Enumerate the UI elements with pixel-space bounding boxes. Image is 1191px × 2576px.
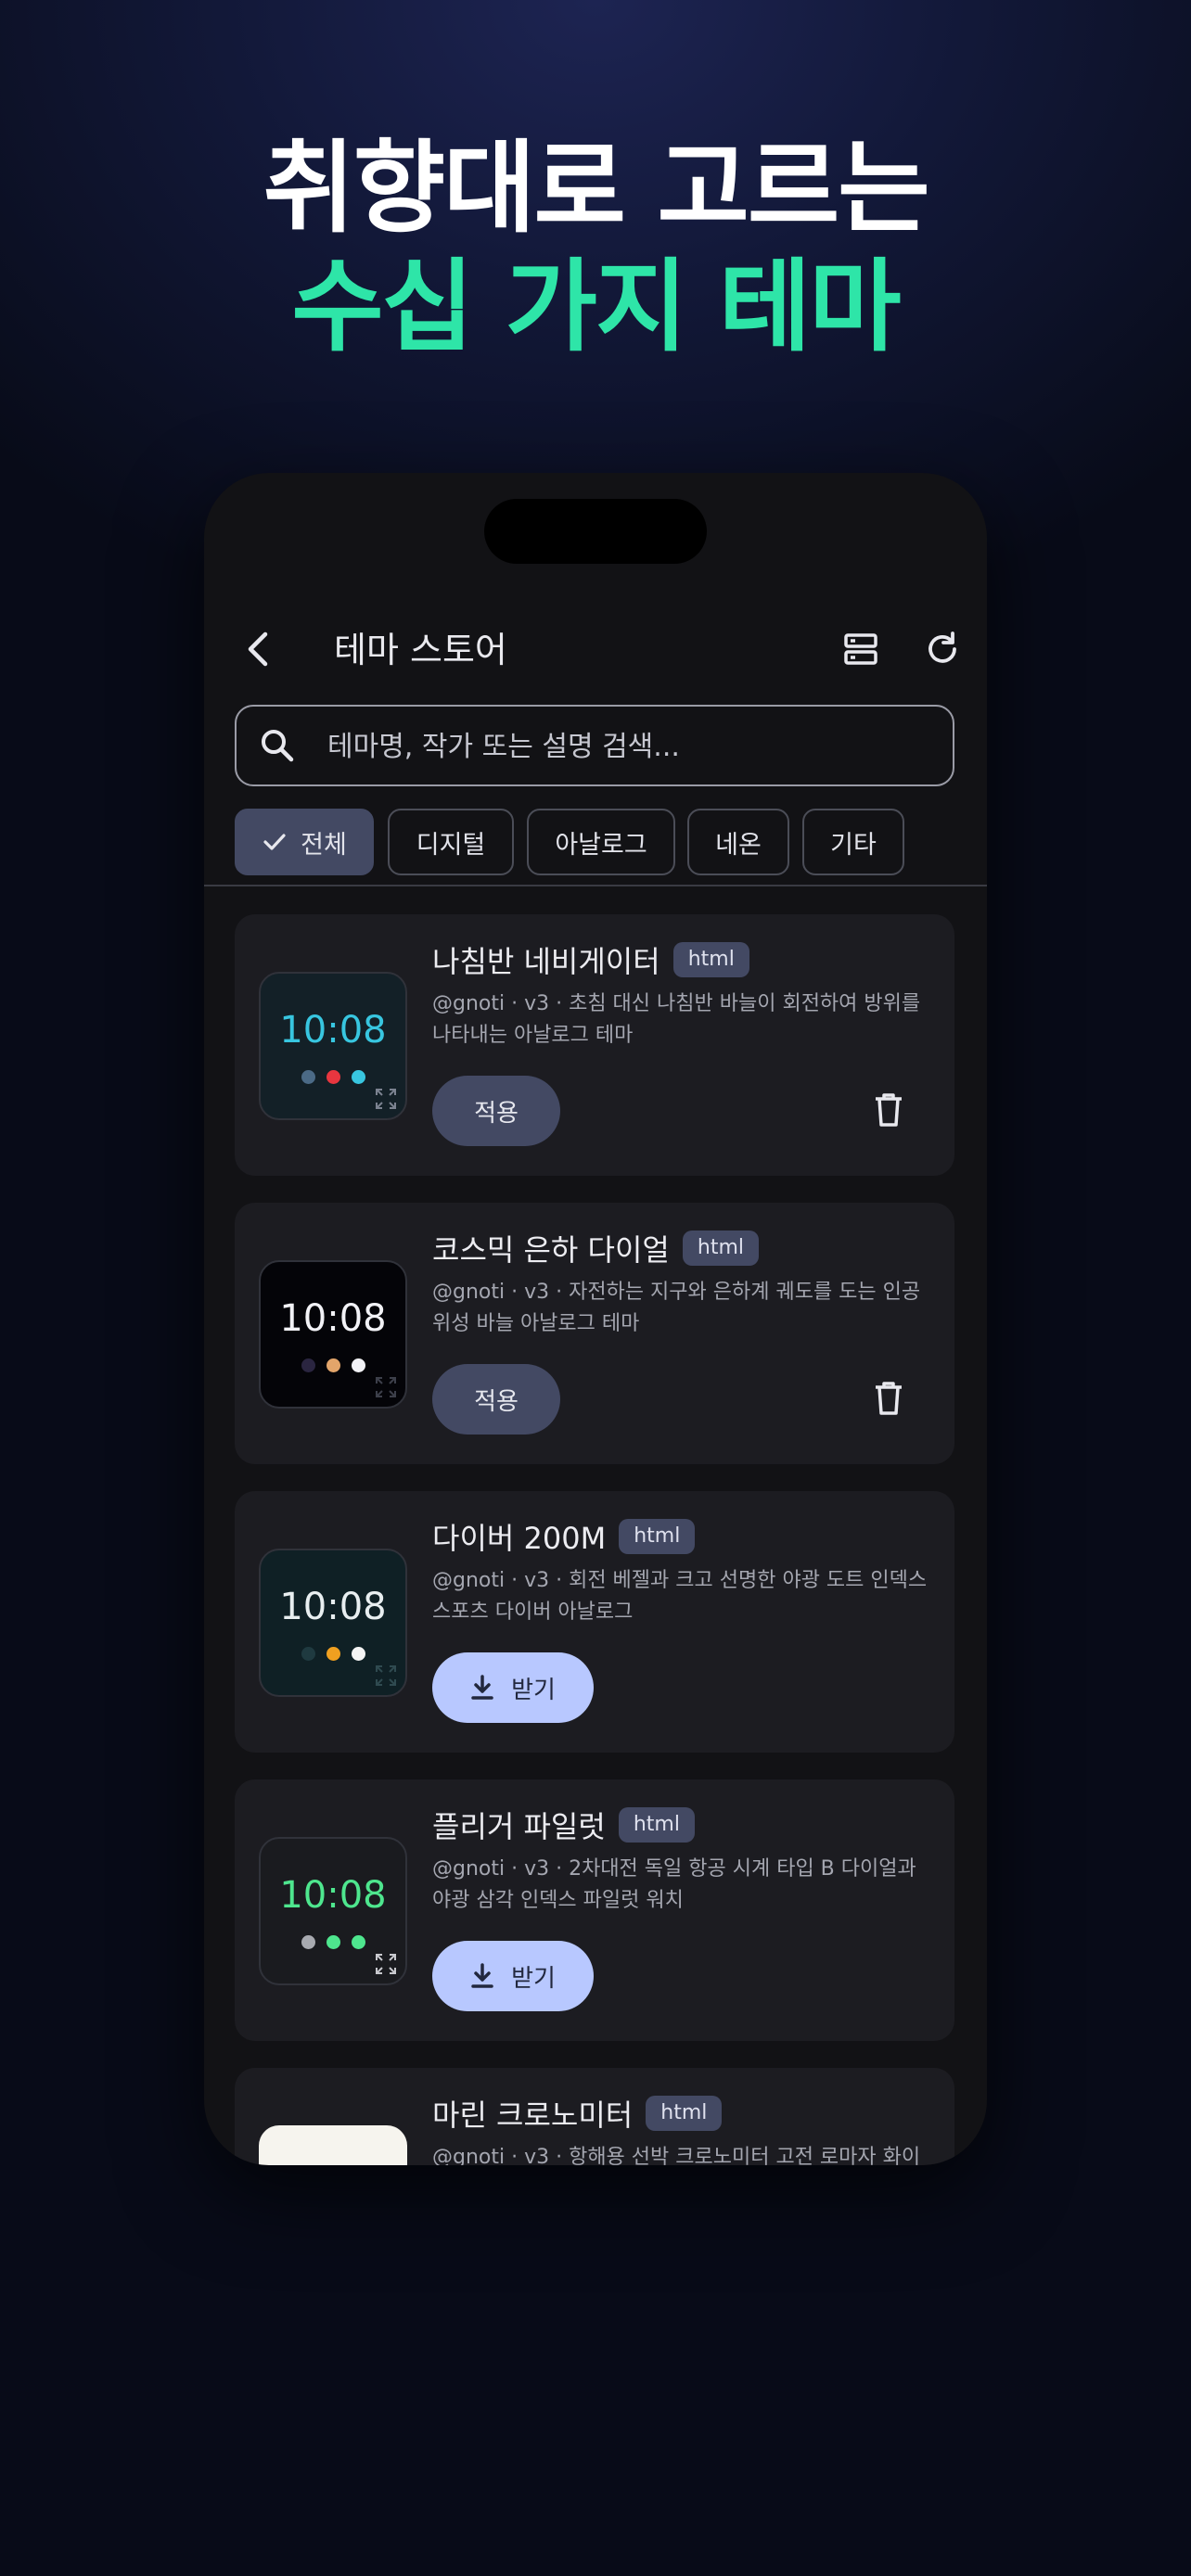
expand-icon xyxy=(376,1089,396,1109)
download-icon xyxy=(471,1675,493,1700)
preview-time: 10:08 xyxy=(279,1297,387,1340)
theme-description: @gnoti · v3 · 초침 대신 나침반 바늘이 회전하여 방위를 나타내… xyxy=(432,992,921,1047)
theme-card[interactable]: 마린 크로노미터 html @gnoti · v3 · 항해용 선박 크로노미터… xyxy=(235,2068,954,2165)
preview-dot xyxy=(301,1070,315,1084)
page-title: 테마 스토어 xyxy=(334,630,507,670)
delete-button[interactable] xyxy=(867,1089,910,1131)
chip-all[interactable]: 전체 xyxy=(235,809,374,875)
theme-title: 마린 크로노미터 html xyxy=(432,2092,723,2135)
apply-button[interactable]: 적용 xyxy=(432,1076,560,1146)
chip-neon[interactable]: 네온 xyxy=(687,809,789,875)
download-label: 받기 xyxy=(511,1964,556,1993)
storage-button[interactable] xyxy=(835,623,887,675)
app-bar: 테마 스토어 xyxy=(204,603,987,697)
trash-icon xyxy=(876,1093,902,1127)
preview-time: 10:08 xyxy=(279,1586,387,1628)
headline: 취향대로 고르는 수십 가지 테마 xyxy=(0,130,1191,367)
chip-label: 전체 xyxy=(301,830,347,860)
preview-time: 10:08 xyxy=(279,1009,387,1052)
theme-preview[interactable]: 10:08 xyxy=(259,1549,407,1697)
preview-dot xyxy=(351,1935,365,1949)
theme-card[interactable]: 10:08 다이버 200M html @gnoti · v3 · 회전 베젤과… xyxy=(235,1491,954,1753)
theme-card[interactable]: 10:08 플리거 파일럿 html @gnoti · v3 · 2차대전 독일… xyxy=(235,1779,954,2041)
search-field[interactable] xyxy=(235,705,954,786)
preview-dot xyxy=(326,1935,340,1949)
refresh-icon xyxy=(928,631,956,663)
theme-name: 코스믹 은하 다이얼 xyxy=(432,1232,670,1268)
trash-icon xyxy=(876,1382,902,1415)
expand-icon xyxy=(376,1665,396,1686)
theme-title: 다이버 200M html xyxy=(432,1515,696,1558)
chip-label: 기타 xyxy=(830,830,877,860)
theme-description: @gnoti · v3 · 자전하는 지구와 은하계 궤도를 도는 인공위성 바… xyxy=(432,1281,921,1335)
chip-label: 네온 xyxy=(715,830,762,860)
format-badge: html xyxy=(682,1231,759,1266)
theme-card[interactable]: 10:08 코스믹 은하 다이얼 html @gnoti · v3 · 자전하는… xyxy=(235,1203,954,1464)
theme-preview[interactable]: 10:08 xyxy=(259,1260,407,1409)
chip-digital[interactable]: 디지털 xyxy=(388,809,514,875)
theme-preview[interactable]: 10:08 xyxy=(259,1837,407,1985)
chevron-left-icon xyxy=(248,631,268,667)
preview-dots xyxy=(261,1935,405,1949)
dynamic-island xyxy=(484,499,707,564)
preview-time: 10:08 xyxy=(279,1874,387,1917)
theme-title: 플리거 파일럿 html xyxy=(432,1804,695,1846)
apply-button[interactable]: 적용 xyxy=(432,1364,560,1435)
chip-label: 디지털 xyxy=(416,830,486,860)
search-icon xyxy=(262,730,294,762)
preview-dot xyxy=(301,1647,315,1661)
check-icon xyxy=(263,834,286,850)
preview-dot xyxy=(326,1647,340,1661)
preview-dot xyxy=(351,1358,365,1372)
format-badge: html xyxy=(672,942,749,977)
preview-dots xyxy=(261,1358,405,1372)
theme-title: 나침반 네비게이터 html xyxy=(432,938,749,981)
chip-label: 아날로그 xyxy=(555,830,647,860)
storage-icon xyxy=(844,633,877,665)
theme-name: 플리거 파일럿 xyxy=(432,1809,606,1844)
theme-title: 코스믹 은하 다이얼 html xyxy=(432,1227,759,1269)
format-badge: html xyxy=(646,2096,723,2131)
preview-dots xyxy=(261,1070,405,1084)
format-badge: html xyxy=(618,1807,695,1843)
theme-description: @gnoti · v3 · 2차대전 독일 항공 시계 타입 B 다이얼과 야광… xyxy=(432,1857,916,1912)
headline-line-2: 수십 가지 테마 xyxy=(291,249,901,365)
preview-dot xyxy=(351,1647,365,1661)
download-button[interactable]: 받기 xyxy=(432,1941,594,2011)
preview-dots xyxy=(261,1647,405,1661)
search-input[interactable] xyxy=(326,707,923,786)
phone-frame: 테마 스토어 전체 디지털 xyxy=(204,473,987,2165)
download-label: 받기 xyxy=(511,1676,556,1704)
preview-dot xyxy=(351,1070,365,1084)
back-button[interactable] xyxy=(234,623,286,675)
theme-name: 마린 크로노미터 xyxy=(432,2098,634,2133)
delete-button[interactable] xyxy=(867,1377,910,1420)
download-button[interactable]: 받기 xyxy=(432,1652,594,1723)
theme-card[interactable]: 10:08 나침반 네비게이터 html @gnoti · v3 · 초침 대신… xyxy=(235,914,954,1176)
preview-dot xyxy=(326,1070,340,1084)
expand-icon xyxy=(376,1377,396,1397)
headline-line-1: 취향대로 고르는 xyxy=(263,131,929,247)
theme-preview[interactable]: 10:08 xyxy=(259,972,407,1120)
theme-preview[interactable] xyxy=(259,2125,407,2165)
download-icon xyxy=(471,1963,493,1988)
expand-icon xyxy=(376,1954,396,1974)
refresh-button[interactable] xyxy=(916,623,968,675)
theme-description: @gnoti · v3 · 항해용 선박 크로노미터 고전 로마자 화이트 xyxy=(432,2146,921,2165)
theme-name: 나침반 네비게이터 xyxy=(432,944,660,979)
preview-dot xyxy=(301,1358,315,1372)
preview-dot xyxy=(301,1935,315,1949)
chip-analog[interactable]: 아날로그 xyxy=(527,809,675,875)
theme-name: 다이버 200M xyxy=(432,1521,607,1556)
format-badge: html xyxy=(619,1519,696,1554)
preview-dot xyxy=(326,1358,340,1372)
chip-etc[interactable]: 기타 xyxy=(802,809,904,875)
divider xyxy=(204,885,987,886)
theme-description: @gnoti · v3 · 회전 베젤과 크고 선명한 야광 도트 인덱스 스포… xyxy=(432,1569,928,1624)
